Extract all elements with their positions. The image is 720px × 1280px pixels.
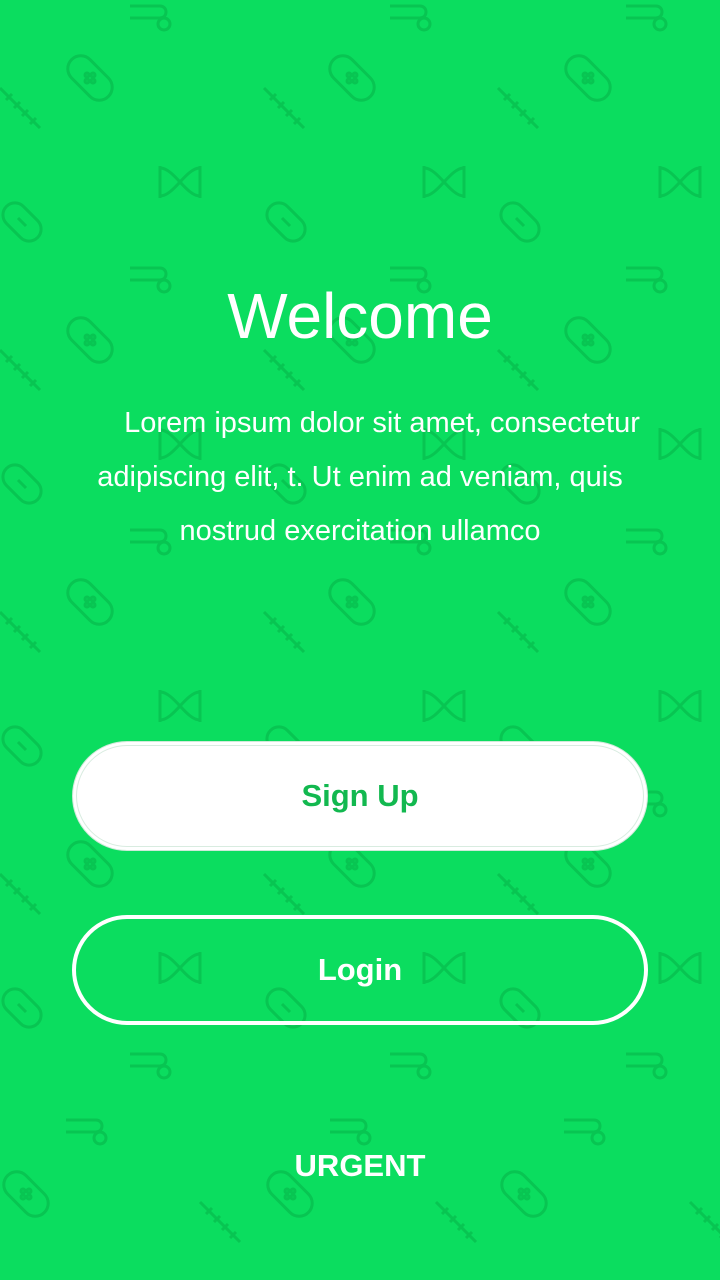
login-button[interactable]: Login bbox=[72, 915, 648, 1025]
welcome-screen: Welcome Lorem ipsum dolor sit amet, cons… bbox=[0, 0, 720, 1280]
login-button-label: Login bbox=[317, 952, 403, 987]
urgent-link-label: URGENT bbox=[294, 1148, 426, 1183]
welcome-title: Welcome bbox=[227, 280, 493, 352]
signup-button[interactable]: Sign Up bbox=[72, 741, 648, 851]
welcome-description: Lorem ipsum dolor sit amet, consectetur … bbox=[97, 407, 640, 547]
urgent-link[interactable]: URGENT bbox=[0, 1146, 720, 1186]
welcome-content: Welcome Lorem ipsum dolor sit amet, cons… bbox=[0, 0, 720, 1280]
signup-button-label: Sign Up bbox=[301, 778, 419, 813]
